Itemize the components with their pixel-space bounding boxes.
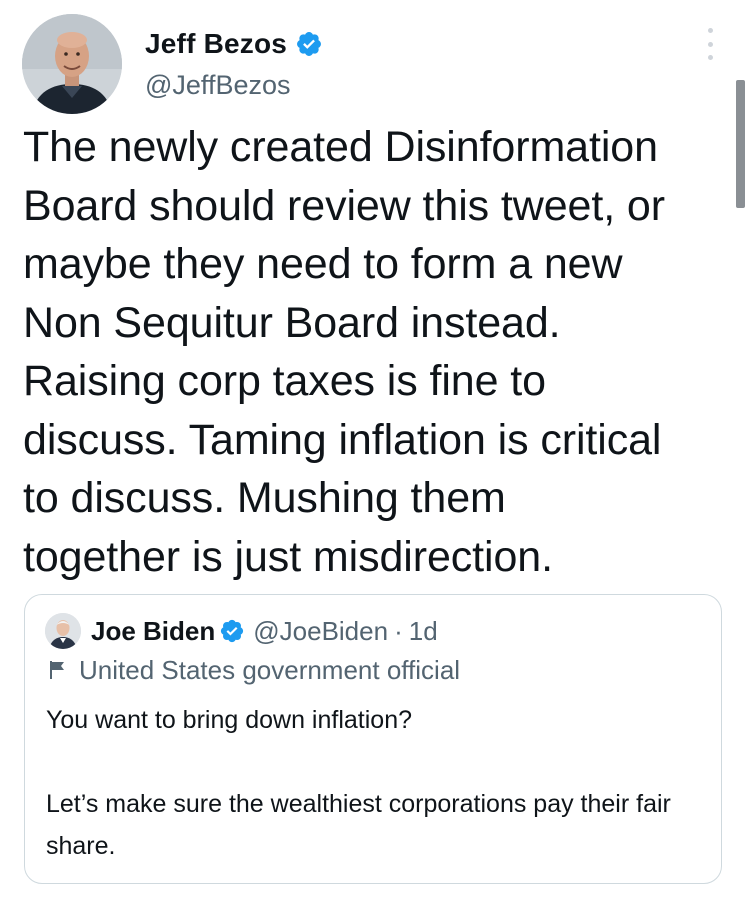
quoted-tweet-text: You want to bring down inflation? Let’s … <box>46 699 706 867</box>
quoted-tweet-header: Joe Biden @JoeBiden · 1d <box>45 613 438 649</box>
more-dot <box>707 28 713 33</box>
author-avatar-image <box>22 14 122 114</box>
verified-badge-icon <box>297 32 322 56</box>
government-official-label[interactable]: United States government official <box>79 655 460 686</box>
author-handle[interactable]: @JeffBezos <box>145 70 290 101</box>
tweet-text: The newly created Disinformation Board s… <box>23 123 665 581</box>
flag-icon <box>50 661 64 679</box>
quoted-verified-badge-icon <box>221 619 244 643</box>
quoted-author-avatar-image <box>45 613 81 649</box>
quoted-author-handle[interactable]: @JoeBiden <box>253 616 388 647</box>
government-label-row: United States government official <box>49 653 460 687</box>
quoted-author-avatar[interactable] <box>45 613 81 649</box>
quoted-tweet-paragraph: You want to bring down inflation? <box>46 706 413 734</box>
quoted-tweet-card[interactable]: Joe Biden @JoeBiden · 1d United States g… <box>24 594 722 884</box>
author-name-row: Jeff Bezos <box>145 24 323 64</box>
author-display-name[interactable]: Jeff Bezos <box>145 28 287 60</box>
author-avatar[interactable] <box>22 14 122 114</box>
quoted-tweet-paragraph: Let’s make sure the wealthiest corporati… <box>46 790 671 860</box>
quoted-author-name[interactable]: Joe Biden <box>91 616 215 647</box>
quoted-timestamp[interactable]: 1d <box>409 616 438 647</box>
scrollbar-thumb[interactable] <box>736 80 745 208</box>
more-dot <box>707 41 713 47</box>
more-vertical-icon[interactable] <box>700 28 720 60</box>
quoted-separator: · <box>394 615 403 646</box>
more-dot <box>707 55 713 60</box>
